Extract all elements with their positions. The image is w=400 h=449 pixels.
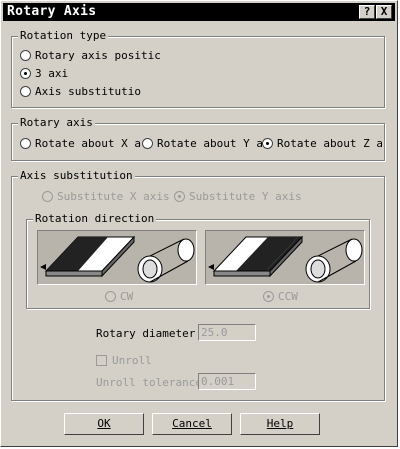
dialog-title: Rotary Axis bbox=[7, 4, 97, 19]
radio-indicator bbox=[20, 86, 31, 97]
radio-indicator bbox=[262, 138, 273, 149]
radio-indicator bbox=[105, 291, 116, 302]
radio-indicator bbox=[20, 68, 31, 79]
unroll-tolerance-field[interactable]: 0.001 bbox=[198, 373, 256, 390]
rotation-type-group: Rotation type Rotary axis positic 3 axi … bbox=[11, 29, 385, 108]
radio-rotate-about-y[interactable]: Rotate about Y as bbox=[142, 137, 262, 151]
radio-rotate-about-x[interactable]: Rotate about X as bbox=[20, 137, 141, 151]
radio-label: 3 axi bbox=[35, 67, 69, 80]
ok-button[interactable]: OK bbox=[64, 413, 144, 435]
rotary-axis-group: Rotary axis Rotate about X as Rotate abo… bbox=[11, 116, 385, 161]
rotary-diameter-label: Rotary diameter bbox=[96, 327, 196, 340]
radio-cw[interactable]: CW bbox=[105, 290, 145, 304]
radio-label: CW bbox=[120, 290, 134, 303]
rotary-axis-legend: Rotary axis bbox=[18, 116, 95, 129]
radio-ccw[interactable]: CCW bbox=[263, 290, 308, 304]
radio-label: Substitute X axis bbox=[57, 190, 170, 203]
unroll-checkbox[interactable]: Unroll bbox=[96, 354, 176, 368]
radio-indicator bbox=[174, 191, 185, 202]
checkbox-indicator bbox=[96, 355, 107, 366]
radio-indicator bbox=[20, 50, 31, 61]
radio-substitute-y-axis[interactable]: Substitute Y axis bbox=[174, 190, 304, 204]
close-icon[interactable]: X bbox=[376, 5, 392, 19]
rotation-type-legend: Rotation type bbox=[18, 29, 109, 42]
help-button[interactable]: Help bbox=[240, 413, 320, 435]
axis-substitution-legend: Axis substitution bbox=[18, 169, 135, 182]
radio-indicator bbox=[42, 191, 53, 202]
rotary-diameter-field[interactable]: 25.0 bbox=[198, 324, 256, 341]
radio-rotary-axis-position[interactable]: Rotary axis positic bbox=[20, 49, 160, 63]
rotation-direction-legend: Rotation direction bbox=[33, 212, 157, 225]
rotation-direction-group: Rotation direction CW CCW bbox=[26, 212, 370, 309]
checkbox-label: Unroll bbox=[112, 354, 152, 367]
radio-substitute-x-axis[interactable]: Substitute X axis bbox=[42, 190, 172, 204]
radio-label: CCW bbox=[278, 290, 298, 303]
cw-illustration-svg bbox=[40, 235, 195, 283]
cw-rotation-illustration bbox=[37, 230, 197, 285]
unroll-tolerance-label: Unroll tolerance bbox=[96, 376, 202, 389]
cancel-button[interactable]: Cancel bbox=[152, 413, 232, 435]
rotary-axis-dialog: Rotary Axis ? X Rotation type Rotary axi… bbox=[0, 0, 398, 447]
help-icon[interactable]: ? bbox=[359, 5, 375, 19]
radio-indicator bbox=[20, 138, 31, 149]
radio-label: Rotate about Y as bbox=[157, 137, 262, 150]
axis-substitution-group: Axis substitution Substitute X axis Subs… bbox=[11, 169, 385, 401]
radio-axis-substitution[interactable]: Axis substitutio bbox=[20, 85, 160, 99]
radio-label: Rotate about X as bbox=[35, 137, 141, 150]
radio-3-axis[interactable]: 3 axi bbox=[20, 67, 160, 81]
radio-label: Rotate about Z as bbox=[277, 137, 382, 150]
ccw-rotation-illustration bbox=[205, 230, 365, 285]
radio-label: Axis substitutio bbox=[35, 85, 141, 98]
radio-label: Substitute Y axis bbox=[189, 190, 302, 203]
radio-indicator bbox=[263, 291, 274, 302]
radio-rotate-about-z[interactable]: Rotate about Z as bbox=[262, 137, 382, 151]
title-bar: Rotary Axis ? X bbox=[3, 3, 395, 21]
radio-indicator bbox=[142, 138, 153, 149]
ccw-illustration-svg bbox=[208, 235, 363, 283]
radio-label: Rotary axis positic bbox=[35, 49, 160, 62]
